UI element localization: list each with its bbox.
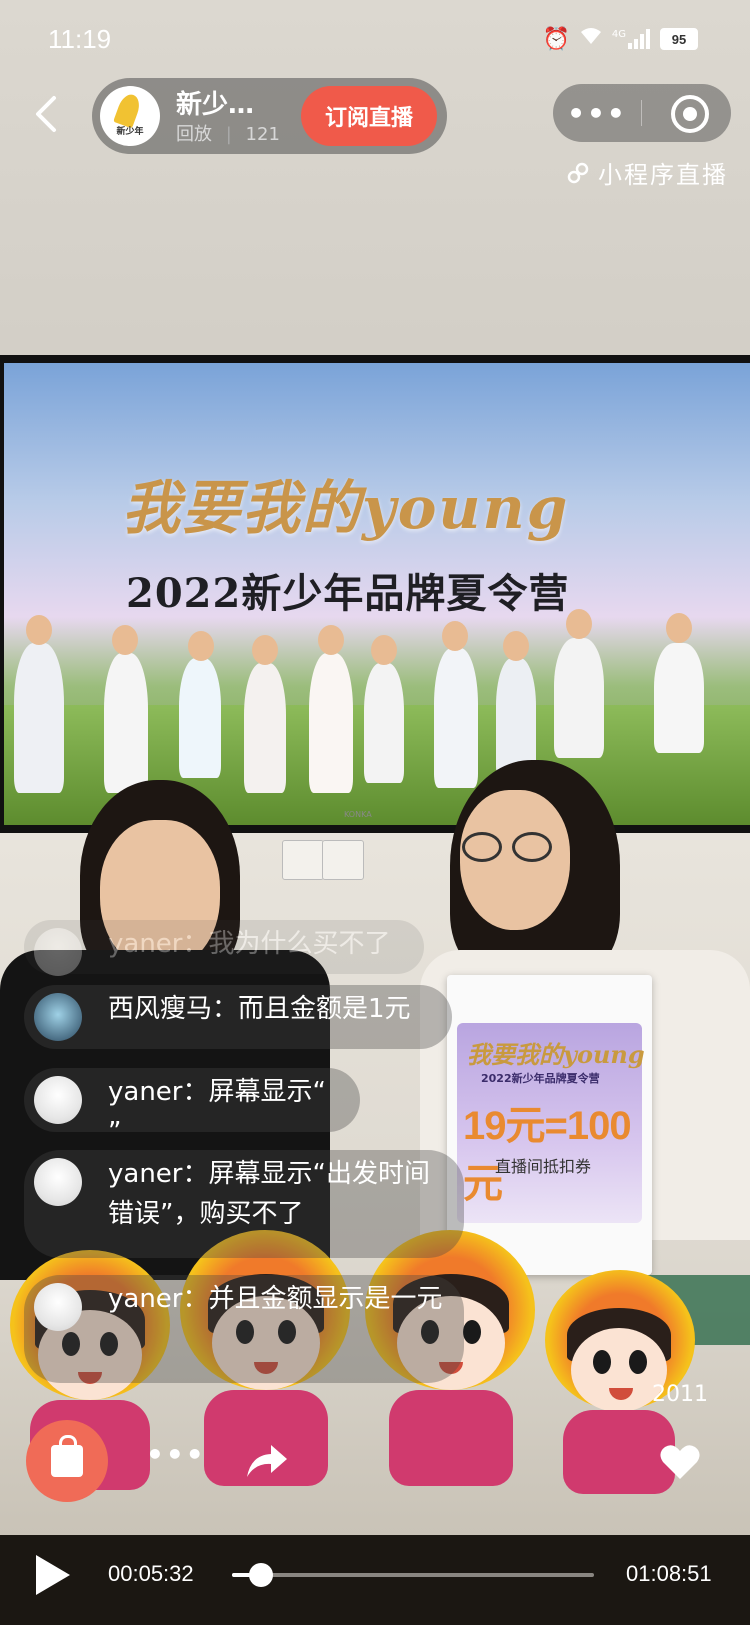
- comment-avatar: [34, 1158, 82, 1206]
- tv-kid-head: [666, 613, 692, 643]
- more-button[interactable]: •••: [553, 84, 641, 142]
- comment-text: ：并且金额显示是一元: [182, 1284, 443, 1314]
- comment-text: ：而且金额是1元: [212, 994, 411, 1024]
- poster-subtitle: 2022新少年品牌夏令营: [481, 1072, 600, 1085]
- anchor-name: 新少…: [176, 90, 255, 120]
- comment-text: ：我为什么买不了: [182, 929, 391, 959]
- comment-item: yaner：屏幕显示“出发时间错误”，购买不了: [24, 1150, 464, 1258]
- tv-kid-head: [188, 631, 214, 661]
- comment-user: 西风瘦马: [108, 994, 213, 1024]
- tv-kid: [179, 658, 221, 778]
- shopping-bag-button[interactable]: [26, 1420, 108, 1502]
- like-button[interactable]: [650, 1432, 710, 1492]
- mascot-eye: [463, 1320, 481, 1344]
- tv-kid-head: [503, 631, 529, 661]
- comment-avatar: [34, 928, 82, 976]
- comment-avatar: [34, 1283, 82, 1331]
- play-button[interactable]: [36, 1555, 70, 1595]
- current-time: 00:05:32: [108, 1561, 194, 1586]
- chevron-left-icon: [36, 96, 56, 132]
- share-button[interactable]: [232, 1426, 302, 1496]
- wifi-icon: [578, 26, 604, 52]
- mascot-eye: [629, 1350, 647, 1374]
- shopping-bag-icon: [51, 1435, 83, 1477]
- tv-kid: [244, 663, 286, 793]
- comment-user: yaner: [108, 929, 183, 959]
- heart-icon: [660, 1445, 700, 1479]
- bottom-actions: •••: [0, 1420, 750, 1520]
- status-bar: 11:19 ⏰ 4G 95: [0, 0, 750, 80]
- tv-kid-head: [442, 621, 468, 651]
- poster-coupon: 直播间抵扣券: [495, 1157, 592, 1176]
- comment-avatar: [34, 993, 82, 1041]
- subscribe-button[interactable]: 订阅直播: [301, 86, 437, 146]
- network-type: 4G: [611, 29, 626, 40]
- mascot-eye: [593, 1350, 611, 1374]
- likes-count: 2011: [652, 1382, 708, 1407]
- tv-kid-head: [252, 635, 278, 665]
- tv-title: 2022新少年品牌夏令营: [126, 570, 570, 617]
- anchor-avatar[interactable]: 新少年: [100, 86, 160, 146]
- tv-kid: [364, 663, 404, 783]
- tv-kid-head: [318, 625, 344, 655]
- meta-divider: |: [225, 124, 232, 145]
- tv-kid: [104, 653, 148, 793]
- signal-icon: 4G: [612, 29, 652, 49]
- tv-brand: KONKA: [344, 810, 372, 819]
- tv-kid: [654, 643, 704, 753]
- progress-thumb[interactable]: [248, 1563, 273, 1587]
- tv-kid-head: [26, 615, 52, 645]
- anchor-info[interactable]: 新少年 新少… 回放 | 121 订阅直播: [92, 78, 447, 154]
- tv-kid: [554, 638, 604, 758]
- status-time: 11:19: [48, 24, 112, 54]
- share-icon: [247, 1445, 287, 1477]
- tv-kid-head: [112, 625, 138, 655]
- back-button[interactable]: [30, 92, 66, 138]
- poster-slogan: 我要我的young: [467, 1040, 645, 1069]
- mini-program-live-label: 小程序直播: [566, 155, 728, 190]
- tv-kid: [309, 653, 353, 793]
- total-time: 01:08:51: [626, 1561, 712, 1586]
- alarm-icon: ⏰: [542, 26, 570, 52]
- comment-item: yaner：并且金额显示是一元: [24, 1275, 464, 1383]
- comment-user: yaner: [108, 1284, 183, 1314]
- host-right-glasses: [512, 832, 552, 862]
- progress-track[interactable]: [232, 1563, 594, 1587]
- host-right-glasses: [462, 832, 502, 862]
- logo-text: 新少年: [116, 127, 144, 137]
- comment-avatar: [34, 1076, 82, 1124]
- playback-bar: 00:05:32 01:08:51: [0, 1535, 750, 1625]
- comment-item: 西风瘦马：而且金额是1元: [24, 985, 452, 1049]
- tv-slogan: 我要我的young: [122, 474, 570, 542]
- close-mini-program-icon[interactable]: [671, 95, 709, 133]
- battery-icon: 95: [660, 28, 698, 50]
- tv-kid-head: [566, 609, 592, 639]
- logo-sun-icon: [113, 91, 143, 129]
- comment-user: yaner: [108, 1077, 183, 1107]
- comment-item: yaner：屏幕显示“ ”: [24, 1068, 360, 1147]
- tv-kid: [14, 643, 64, 793]
- link-icon: [567, 162, 589, 183]
- mini-program-capsule: •••: [553, 84, 731, 142]
- mini-program-label: 小程序直播: [598, 161, 728, 189]
- comment-item: yaner：我为什么买不了: [24, 920, 424, 976]
- status-icons: ⏰ 4G 95: [542, 26, 698, 52]
- anchor-meta: 回放 | 121: [176, 120, 280, 146]
- replay-status: 回放: [176, 124, 212, 145]
- tv-kid-head: [371, 635, 397, 665]
- poster-price: 19元=100元: [463, 1104, 632, 1206]
- more-actions-button[interactable]: •••: [146, 1438, 206, 1471]
- tv-screen: 我要我的young 2022新少年品牌夏令营 KONKA: [4, 363, 750, 825]
- comment-user: yaner: [108, 1159, 183, 1189]
- viewer-count: 121: [245, 124, 280, 145]
- capsule-divider: [641, 100, 642, 126]
